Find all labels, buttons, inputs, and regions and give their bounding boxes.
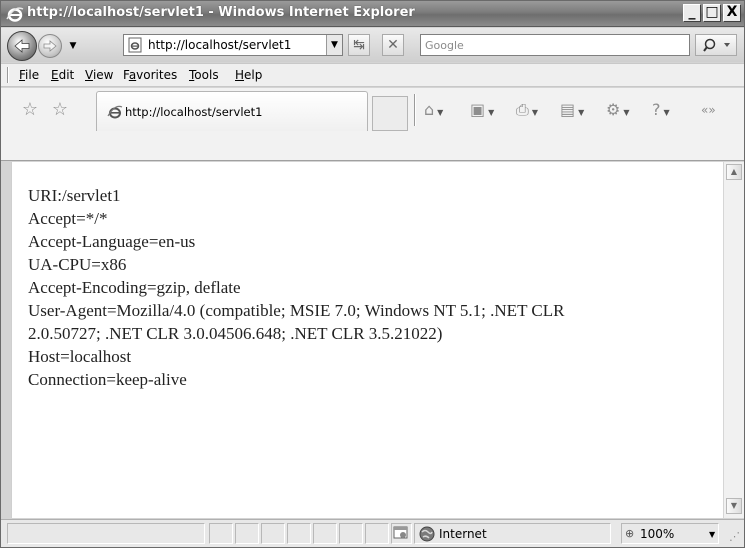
- status-pane: [235, 523, 259, 544]
- page-icon: ▤: [560, 100, 576, 119]
- security-zone-label: Internet: [439, 527, 487, 541]
- search-button[interactable]: [695, 34, 737, 56]
- page-content: URI:/servlet1 Accept=*/* Accept-Language…: [11, 162, 723, 518]
- scroll-up-arrow-icon[interactable]: ▲: [726, 164, 742, 180]
- back-arrow-icon: [14, 39, 30, 53]
- ie-page-icon: [107, 105, 123, 119]
- print-button[interactable]: ⎙ ▼: [516, 98, 538, 122]
- command-bar: ☆ ☆ http://localhost/servlet1 ⌂ ▼ ▣ ▼ ⎙ ▼ ▤…: [1, 88, 744, 161]
- forward-arrow-icon: [43, 40, 57, 52]
- tools-menu-button[interactable]: ⚙ ▼: [606, 98, 630, 122]
- address-dropdown-chevron-down-icon[interactable]: ▼: [326, 35, 342, 55]
- content-line: Connection=keep-alive: [28, 370, 187, 389]
- feeds-chevron-down-icon[interactable]: ▼: [488, 108, 494, 117]
- magnifier-icon: [703, 38, 730, 52]
- tab-title: http://localhost/servlet1: [125, 105, 263, 119]
- content-line: Accept=*/*: [28, 209, 108, 228]
- rss-feed-icon: ▣: [470, 100, 486, 119]
- help-menu-button[interactable]: ? ▼: [652, 98, 670, 122]
- vertical-scrollbar[interactable]: ▲ ▼: [723, 162, 744, 518]
- page-chevron-down-icon[interactable]: ▼: [578, 108, 584, 117]
- status-pane: [365, 523, 389, 544]
- content-line: Host=localhost: [28, 347, 132, 366]
- forward-button[interactable]: [38, 34, 62, 58]
- status-pane: [339, 523, 363, 544]
- zoom-level-button[interactable]: ⊕ 100% ▼: [621, 523, 719, 544]
- feeds-button[interactable]: ▣ ▼: [470, 98, 494, 122]
- request-headers-text: URI:/servlet1 Accept=*/* Accept-Language…: [28, 184, 718, 391]
- menu-file[interactable]: File: [19, 68, 39, 82]
- page-menu-button[interactable]: ▤ ▼: [560, 98, 584, 122]
- toolbar-overflow-chevron-icon[interactable]: «»: [701, 98, 716, 122]
- refresh-button[interactable]: ↹: [348, 34, 370, 56]
- stop-x-icon: ✕: [387, 37, 399, 53]
- menu-bar: File Edit View Favorites Tools Help: [1, 63, 744, 87]
- toolbar-separator: [414, 94, 416, 126]
- zoom-level-label: 100%: [640, 527, 675, 541]
- menu-help[interactable]: Help: [235, 68, 262, 82]
- back-button[interactable]: [7, 31, 37, 61]
- content-line: Accept-Language=en-us: [28, 232, 196, 251]
- popup-blocker-icon: [393, 526, 408, 539]
- status-pane: [313, 523, 337, 544]
- search-placeholder: Google: [425, 39, 464, 52]
- zoom-chevron-down-icon[interactable]: ▼: [709, 530, 715, 539]
- content-line: 2.0.50727; .NET CLR 3.0.04506.648; .NET …: [28, 324, 443, 343]
- status-bar: Internet ⊕ 100% ▼ ⋰: [1, 519, 744, 547]
- menu-tools[interactable]: Tools: [189, 68, 219, 82]
- favorites-center-star-icon[interactable]: ☆: [19, 99, 41, 121]
- stop-button[interactable]: ✕: [382, 34, 404, 56]
- refresh-icon: ↹: [353, 37, 365, 53]
- home-chevron-down-icon[interactable]: ▼: [437, 108, 443, 117]
- address-bar[interactable]: http://localhost/servlet1 ▼: [123, 34, 343, 56]
- tab-current-page[interactable]: http://localhost/servlet1: [96, 91, 368, 131]
- search-input[interactable]: Google: [420, 34, 690, 56]
- tools-chevron-down-icon[interactable]: ▼: [623, 108, 629, 117]
- window-title: http://localhost/servlet1 - Windows Inte…: [27, 5, 415, 20]
- toolbar-grip: [7, 67, 9, 83]
- add-to-favorites-star-icon[interactable]: ☆: [49, 99, 71, 121]
- window-controls: _ □ X: [681, 4, 741, 24]
- maximize-button[interactable]: □: [703, 4, 721, 22]
- help-question-icon: ?: [652, 100, 661, 119]
- browser-window: http://localhost/servlet1 - Windows Inte…: [0, 0, 745, 548]
- recent-pages-chevron-down-icon[interactable]: ▼: [67, 40, 79, 52]
- home-button[interactable]: ⌂ ▼: [424, 98, 443, 122]
- status-pane: [287, 523, 311, 544]
- protected-mode-pane[interactable]: [391, 523, 412, 544]
- menu-edit[interactable]: Edit: [51, 68, 74, 82]
- page-icon: [128, 37, 142, 53]
- content-line: User-Agent=Mozilla/4.0 (compatible; MSIE…: [28, 301, 565, 320]
- content-line: URI:/servlet1: [28, 186, 121, 205]
- status-pane: [261, 523, 285, 544]
- minimize-button[interactable]: _: [683, 4, 701, 22]
- new-tab-button[interactable]: [372, 96, 408, 131]
- print-chevron-down-icon[interactable]: ▼: [532, 108, 538, 117]
- address-text: http://localhost/servlet1: [148, 38, 292, 52]
- navigation-bar: ▼ http://localhost/servlet1 ▼ ↹ ✕ Google: [1, 28, 744, 62]
- help-chevron-down-icon[interactable]: ▼: [664, 108, 670, 117]
- menu-favorites[interactable]: Favorites: [123, 68, 177, 82]
- title-bar: http://localhost/servlet1 - Windows Inte…: [1, 1, 744, 27]
- globe-icon: [419, 526, 435, 542]
- content-line: Accept-Encoding=gzip, deflate: [28, 278, 241, 297]
- menu-view[interactable]: View: [85, 68, 113, 82]
- close-button[interactable]: X: [723, 4, 741, 22]
- security-zone-pane[interactable]: Internet: [414, 523, 611, 544]
- zoom-magnifier-icon: ⊕: [625, 527, 635, 540]
- printer-icon: ⎙: [516, 100, 529, 119]
- status-text-pane: [7, 523, 205, 544]
- scroll-down-arrow-icon[interactable]: ▼: [726, 498, 742, 514]
- content-line: UA-CPU=x86: [28, 255, 127, 274]
- gear-icon: ⚙: [606, 100, 621, 119]
- ie-logo-icon: [6, 7, 24, 22]
- status-pane: [209, 523, 233, 544]
- home-icon: ⌂: [424, 100, 435, 119]
- resize-grip-icon[interactable]: ⋰: [729, 530, 740, 543]
